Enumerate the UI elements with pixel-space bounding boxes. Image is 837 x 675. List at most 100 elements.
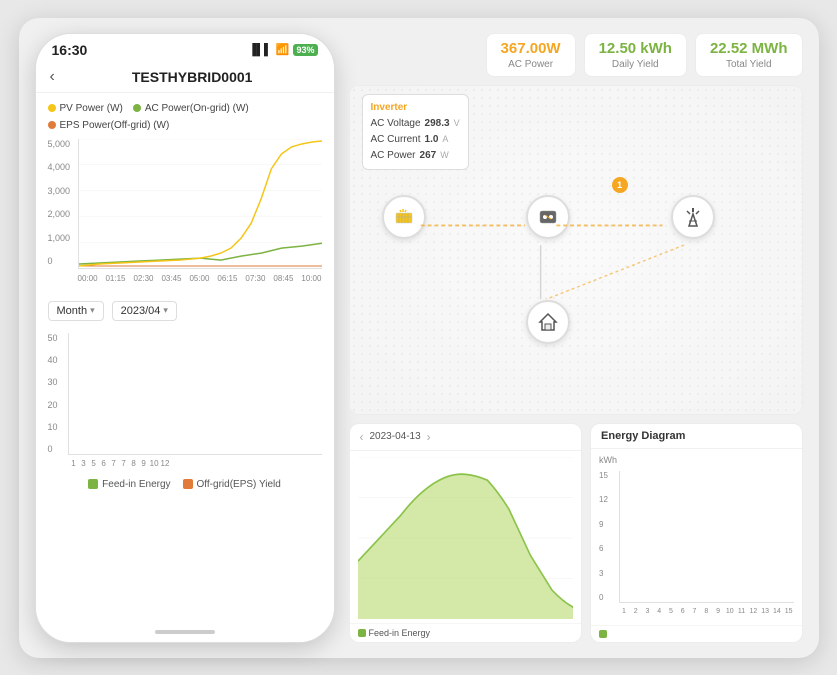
notification-dot: 1 [612,177,628,193]
daily-panel-footer: Feed-in Energy [350,623,582,642]
ac-power-value: 267 [420,148,437,164]
pv-label: PV Power (W) [60,103,123,114]
offgrid-box [183,479,193,489]
ac-voltage-unit: V [454,116,460,130]
line-chart-wrapper: 5,000 4,000 3,000 2,000 1,000 0 [48,139,322,289]
energy-panel-header: Energy Diagram [591,424,801,449]
period-dropdown[interactable]: Month ▾ [48,301,104,321]
stat-daily-label: Daily Yield [599,59,672,70]
battery-badge: 93% [293,44,317,56]
energy-panel-title: Energy Diagram [601,430,685,442]
energy-diagram-panel: Energy Diagram kWh 15 12 9 6 3 0 [590,423,802,643]
phone-header: ‹ TESTHYBRID0001 [36,62,334,93]
energy-legend-item [599,630,610,638]
daily-legend-item: Feed-in Energy [358,628,431,638]
inverter-title: Inverter [371,100,460,116]
energy-panel-body: kWh 15 12 9 6 3 0 [591,449,801,625]
right-panel: 367.00W AC Power 12.50 kWh Daily Yield 2… [349,33,803,643]
line-chart-canvas [78,139,322,269]
ac-current-name: AC Current [371,132,421,148]
legend-eps: EPS Power(Off-grid) (W) [48,120,170,131]
energy-bar-chart: kWh 15 12 9 6 3 0 [599,455,793,621]
offgrid-label: Off-grid(EPS) Yield [197,479,281,490]
pv-dot [48,104,56,112]
stat-daily-value: 12.50 kWh [599,40,672,57]
kwh-label: kWh [599,455,793,465]
line-chart-section: PV Power (W) AC Power(On-grid) (W) EPS P… [36,93,334,293]
ac-label: AC Power(On-grid) (W) [145,103,249,114]
ac-power-name: AC Power [371,148,416,164]
outer-container: 16:30 ▐▌▌ 📶 93% ‹ TESTHYBRID0001 PV Powe… [19,18,819,658]
bar-chart-area [68,333,322,455]
ac-power-unit: W [440,148,449,162]
bar-x-labels: 1 3 5 6 7 7 8 9 10 12 [68,455,322,473]
bottom-panels: ‹ 2023-04-13 › [349,423,803,643]
energy-panel-footer [591,625,801,642]
home-node [526,300,570,344]
inverter-icon-circle [526,195,570,239]
daily-chart-panel: ‹ 2023-04-13 › [349,423,583,643]
phone-status-bar: 16:30 ▐▌▌ 📶 93% [36,34,334,62]
ac-current-row: AC Current 1.0 A [371,132,460,148]
back-button[interactable]: ‹ [50,68,55,86]
inverter-node [526,195,570,239]
bar-chart-wrapper: 50 40 30 20 10 0 [48,333,322,473]
solar-node [382,195,426,239]
ac-power-row: AC Power 267 W [371,148,460,164]
stat-ac-value: 367.00W [501,40,561,57]
daily-panel-header: ‹ 2023-04-13 › [350,424,582,451]
controls-row: Month ▾ 2023/04 ▾ [36,293,334,329]
ac-dot [133,104,141,112]
phone: 16:30 ▐▌▌ 📶 93% ‹ TESTHYBRID0001 PV Powe… [35,33,335,643]
period-label: Month [57,305,88,317]
feed-in-box [88,479,98,489]
feed-in-label: Feed-in Energy [102,479,170,490]
legend-feed-in: Feed-in Energy [88,479,170,490]
ac-current-value: 1.0 [425,132,439,148]
eps-dot [48,121,56,129]
ac-voltage-name: AC Voltage [371,116,421,132]
daily-panel-body [350,451,582,623]
bar-legend: Feed-in Energy Off-grid(EPS) Yield [48,479,322,490]
energy-y-labels: 15 12 9 6 3 0 [599,471,619,603]
ac-voltage-value: 298.3 [425,116,450,132]
y-axis-labels: 5,000 4,000 3,000 2,000 1,000 0 [48,139,78,269]
grid-node [671,195,715,239]
phone-time: 16:30 [52,42,88,58]
line-chart-legend: PV Power (W) AC Power(On-grid) (W) EPS P… [48,103,322,131]
legend-ac: AC Power(On-grid) (W) [133,103,249,114]
energy-legend-sq [599,630,607,638]
stat-total-yield: 22.52 MWh Total Yield [695,33,803,77]
bar-y-labels: 50 40 30 20 10 0 [48,333,68,455]
wifi-icon: 📶 [276,43,290,56]
solar-icon-circle [382,195,426,239]
eps-label: EPS Power(Off-grid) (W) [60,120,170,131]
daily-prev-btn[interactable]: ‹ [360,430,364,444]
date-dropdown[interactable]: 2023/04 ▾ [112,301,177,321]
ac-current-unit: A [442,132,448,146]
x-axis-labels: 00:00 01:15 02:30 03:45 05:00 06:15 07:3… [78,269,322,289]
legend-offgrid: Off-grid(EPS) Yield [183,479,281,490]
stat-daily-yield: 12.50 kWh Daily Yield [584,33,687,77]
phone-body: PV Power (W) AC Power(On-grid) (W) EPS P… [36,93,334,622]
daily-next-btn[interactable]: › [427,430,431,444]
energy-chart-area [619,471,793,603]
signal-icon: ▐▌▌ [248,44,271,56]
phone-home-indicator [36,622,334,642]
bar-chart-section: 50 40 30 20 10 0 [36,329,334,498]
period-arrow: ▾ [90,305,95,316]
daily-legend-label: Feed-in Energy [369,628,431,638]
grid-icon-circle [671,195,715,239]
home-line [155,630,215,634]
date-label: 2023/04 [121,305,161,317]
ac-voltage-row: AC Voltage 298.3 V [371,116,460,132]
area-chart-svg [358,457,574,619]
home-icon-circle [526,300,570,344]
power-flow-diagram: Inverter AC Voltage 298.3 V AC Current 1… [349,85,803,415]
date-arrow: ▾ [163,305,168,316]
stat-total-value: 22.52 MWh [710,40,788,57]
daily-date-label: 2023-04-13 [370,431,421,442]
daily-nav: ‹ 2023-04-13 › [360,430,431,444]
stat-ac-label: AC Power [501,59,561,70]
stats-bar: 367.00W AC Power 12.50 kWh Daily Yield 2… [349,33,803,77]
